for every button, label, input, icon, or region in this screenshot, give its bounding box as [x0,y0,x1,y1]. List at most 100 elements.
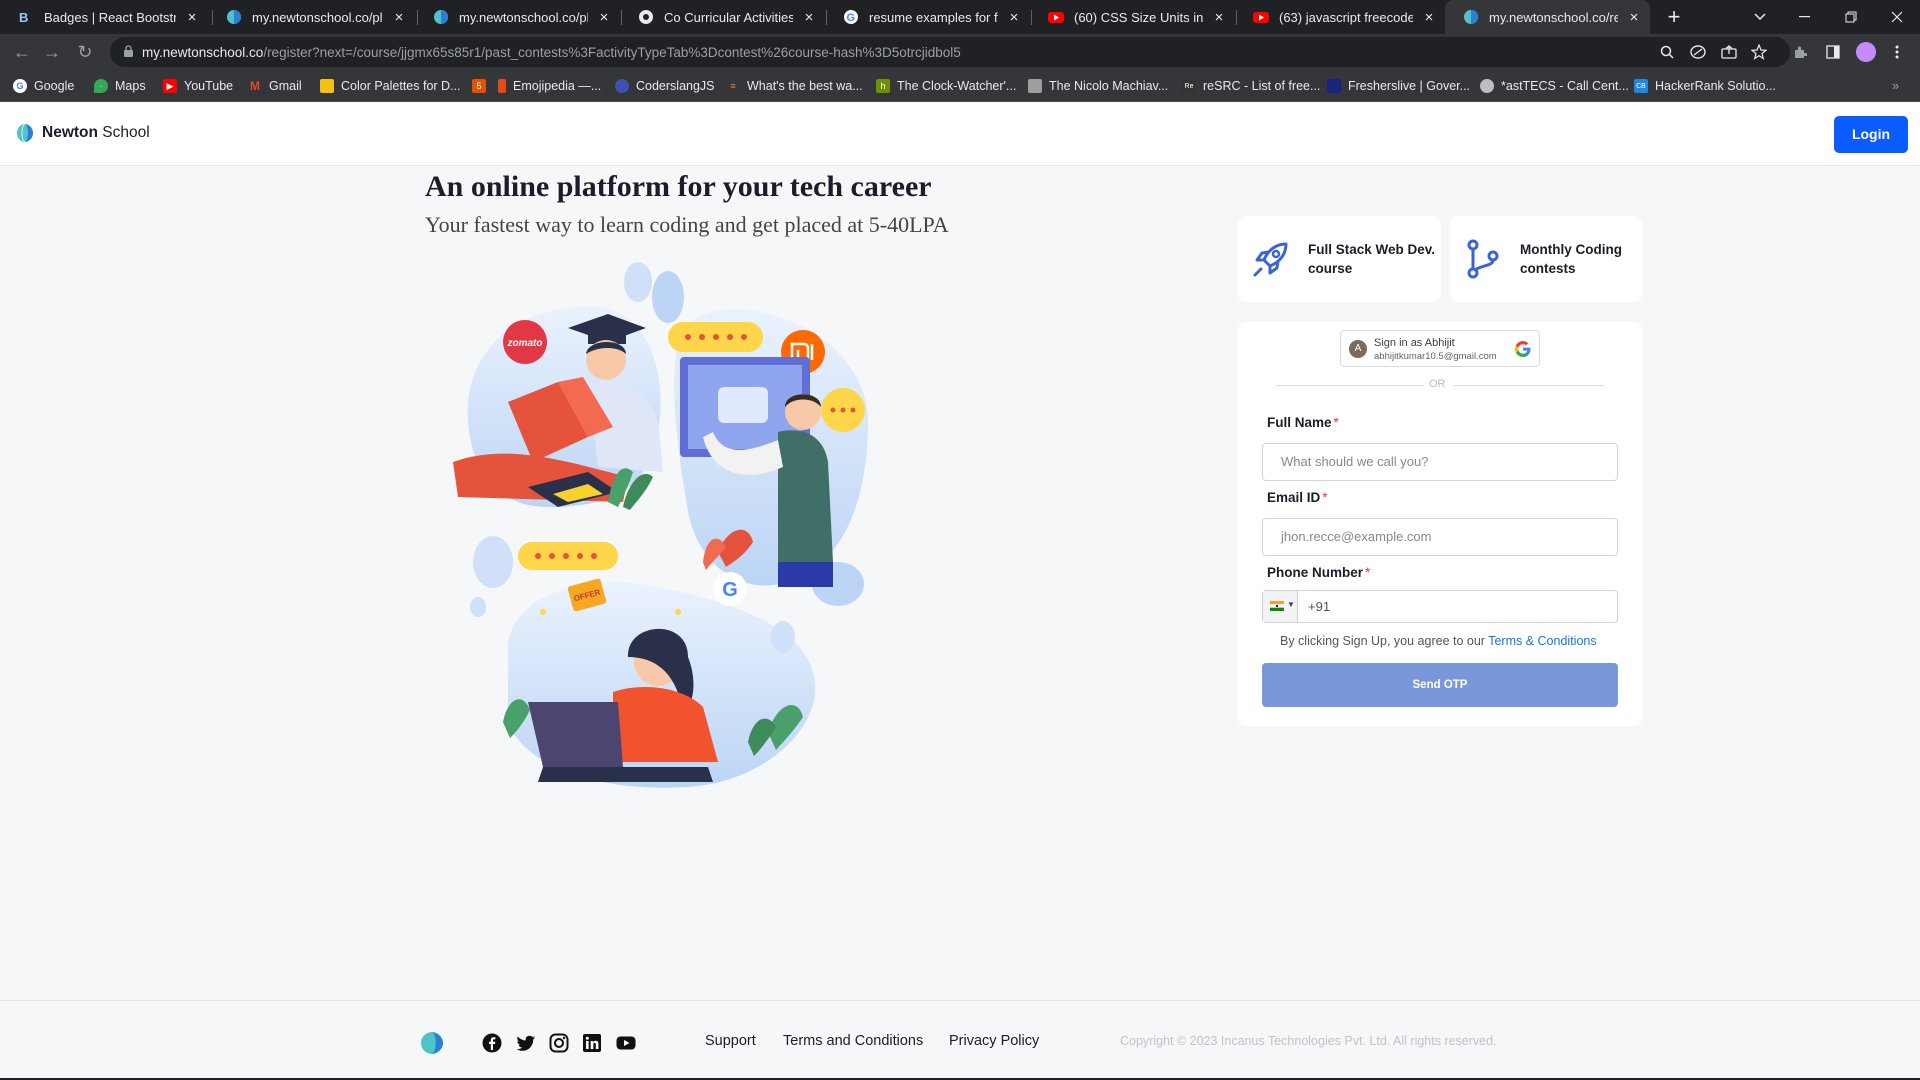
facebook-icon[interactable] [482,1033,502,1053]
browser-tab-3[interactable]: my.newtonschool.co/playg × [415,0,620,34]
feature-line1: Monthly Coding [1520,242,1622,257]
minimize-icon[interactable] [1782,0,1828,34]
browser-tab-4[interactable]: Co Curricular Activities List × [620,0,825,34]
footer-terms-link[interactable]: Terms and Conditions [783,1033,923,1049]
feature-card-fullstack[interactable]: Full Stack Web Dev. course [1238,216,1441,302]
zoom-icon[interactable] [1657,42,1677,62]
browser-tab-1[interactable]: B Badges | React Bootstrap × [0,0,208,34]
brand-name: Newton School [42,124,150,142]
svg-text:B: B [19,10,28,25]
browser-tab-5[interactable]: G resume examples for fresh × [825,0,1030,34]
twitter-icon[interactable] [516,1033,536,1053]
bookmark-hackerrank[interactable]: CB HackerRank Solutio... [1634,77,1776,95]
youtube-icon[interactable] [616,1033,636,1053]
menu-icon[interactable] [1887,42,1907,62]
google-signin-button[interactable]: A Sign in as Abhijit abhijitkumar10.5@gm… [1340,330,1540,367]
bookmark-label: Color Palettes for D... [341,79,461,93]
newton-logo-icon[interactable] [420,1031,444,1055]
terms-link[interactable]: Terms & Conditions [1488,634,1596,648]
bookmark-stackoverflow[interactable]: ≡ What's the best wa... [726,77,863,95]
bookmark-emojipedia[interactable]: Emojipedia —... [498,77,601,95]
profile-avatar[interactable] [1856,42,1876,62]
bookmark-asttecs[interactable]: *astTECS - Call Cent... [1480,77,1629,95]
resrc-icon: Re [1182,79,1196,93]
bookmark-label: Gmail [269,79,302,93]
bookmark-coderslang[interactable]: CoderslangJS [615,77,715,95]
share-icon[interactable] [1719,42,1739,62]
cast-icon[interactable] [1688,42,1708,62]
email-input[interactable]: jhon.recce@example.com [1262,518,1618,556]
browser-tab-6[interactable]: (60) CSS Size Units in Dept × [1030,0,1235,34]
close-tab-icon[interactable]: × [1006,9,1022,26]
bookmark-clock-watcher[interactable]: h The Clock-Watcher'... [876,77,1016,95]
bookmark-google[interactable]: G Google [13,77,74,95]
rocket-icon [1253,242,1288,277]
feature-card-contests[interactable]: Monthly Coding contests [1450,216,1642,302]
close-window-icon[interactable] [1874,0,1920,34]
newton-school-logo[interactable]: Newton School [16,123,150,143]
bookmark-gmail[interactable]: M Gmail [248,77,302,95]
close-tab-icon[interactable]: × [1421,9,1437,26]
footer-privacy-link[interactable]: Privacy Policy [949,1033,1039,1049]
fullname-input[interactable]: What should we call you? [1262,443,1618,481]
tab-search-icon[interactable] [1737,0,1783,34]
close-tab-icon[interactable]: × [1626,9,1642,26]
required-mark: * [1322,490,1328,505]
bookmark-color-palettes[interactable]: Color Palettes for D... [320,77,461,95]
close-tab-icon[interactable]: × [391,9,407,26]
hackerrank-icon: CB [1634,79,1648,93]
side-panel-icon[interactable] [1823,42,1843,62]
browser-toolbar: ← → ↻ my.newtonschool.co/register?next=/… [0,34,1920,70]
send-otp-button[interactable]: Send OTP [1262,663,1618,707]
svg-text:G: G [722,579,738,601]
close-tab-icon[interactable]: × [184,9,200,26]
bookmark-youtube[interactable]: ▶ YouTube [163,77,233,95]
maps-pin-icon: · [94,79,108,93]
hero-title: An online platform for your tech career [425,170,932,203]
login-button[interactable]: Login [1834,116,1908,153]
phone-label: Phone Number * [1267,565,1370,580]
close-tab-icon[interactable]: × [1211,9,1227,26]
close-tab-icon[interactable]: × [596,9,612,26]
close-tab-icon[interactable]: × [801,9,817,26]
footer-support-link[interactable]: Support [705,1033,756,1049]
browser-tab-7[interactable]: (63) javascript freecodecam × [1235,0,1445,34]
or-divider-label: OR [1429,378,1446,390]
phone-input[interactable]: ▼ +91 [1262,590,1618,623]
globe-icon [1480,79,1494,93]
tab-title: Co Curricular Activities List [664,9,793,25]
bookmark-icon-only[interactable]: 5 [472,77,493,95]
bookmarks-overflow-icon[interactable]: » [1892,77,1899,95]
new-tab-button[interactable]: + [1661,4,1687,30]
phone-label-text: Phone Number [1267,565,1364,580]
extensions-icon[interactable] [1790,42,1810,62]
zomato-badge-text: zomato [507,338,543,349]
forward-icon[interactable]: → [40,40,64,64]
bookmark-resrc[interactable]: Re reSRC - List of free... [1182,77,1320,95]
bookmark-label: YouTube [184,79,234,93]
divider-line [1453,385,1604,386]
bookmark-fresherslive[interactable]: Fresherslive | Gover... [1327,77,1470,95]
feature-text: Monthly Coding contests [1520,240,1622,278]
bookmark-label: Emojipedia —... [513,79,602,93]
chevron-down-icon: ▼ [1287,600,1295,609]
google-icon: G [13,79,27,93]
restore-icon[interactable] [1828,0,1874,34]
linkedin-icon[interactable] [582,1033,602,1053]
google-icon: G [843,9,859,25]
bookmark-label: What's the best wa... [747,79,863,93]
address-bar[interactable]: my.newtonschool.co/register?next=/course… [110,37,1790,67]
bookmark-star-icon[interactable] [1749,42,1769,62]
reload-icon[interactable]: ↻ [73,40,97,64]
back-icon[interactable]: ← [10,40,34,64]
bookmark-machiavelli[interactable]: The Nicolo Machiav... [1028,77,1168,95]
country-code-select[interactable]: ▼ [1263,591,1298,622]
browser-tab-2[interactable]: my.newtonschool.co/playg × [208,0,415,34]
bookmark-maps[interactable]: · Maps [94,77,146,95]
bookmark-label: CoderslangJS [636,79,715,93]
instagram-icon[interactable] [549,1033,569,1053]
browser-tab-active[interactable]: my.newtonschool.co/regis × [1445,0,1650,34]
newton-logo-icon [17,123,33,143]
svg-text:G: G [847,12,856,24]
email-label: Email ID * [1267,490,1328,505]
